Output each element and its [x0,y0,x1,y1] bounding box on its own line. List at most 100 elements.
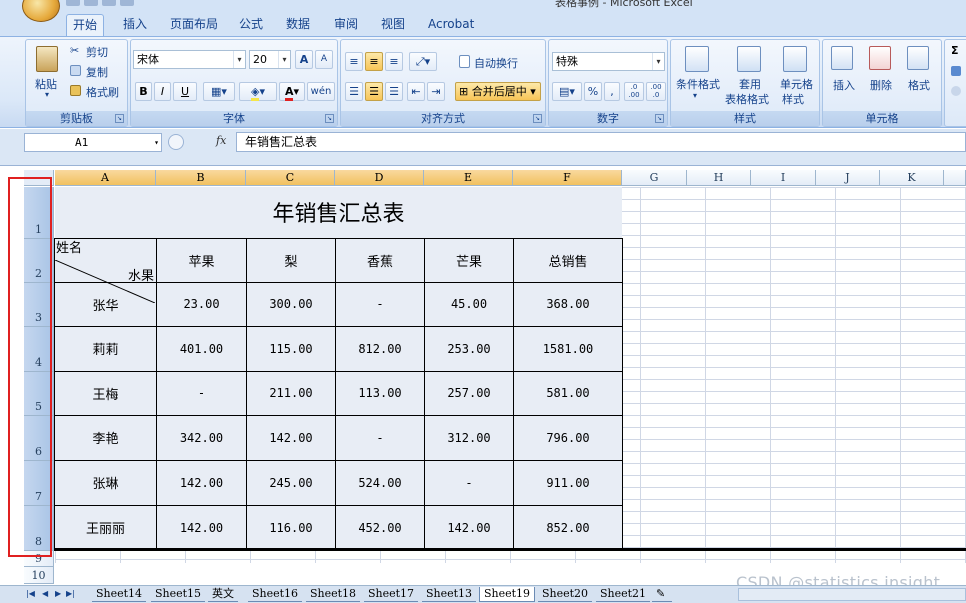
cell-styles-icon[interactable] [783,46,807,72]
total-cell[interactable]: 911.00 [513,459,623,506]
row-header-10[interactable]: 10 [24,567,54,584]
column-header-c[interactable]: C [246,170,335,186]
paste-icon[interactable] [36,46,58,72]
column-header-d[interactable]: D [335,170,424,186]
name-cell[interactable]: 张琳 [54,459,157,506]
column-header-a[interactable]: A [55,170,156,186]
borders-button[interactable]: ▦▾ [203,82,235,101]
value-cell[interactable]: 142.00 [156,459,247,506]
tab-home[interactable]: 开始 [66,14,105,36]
sheet-tab-english[interactable]: 英文 [208,587,238,602]
font-name-select[interactable]: 宋体 ▾ [133,50,246,69]
copy-icon[interactable] [70,65,81,76]
value-cell[interactable]: 312.00 [424,414,514,461]
cell-styles-button[interactable]: 单元格 [780,76,813,92]
comma-button[interactable]: , [604,82,620,101]
format-painter-button[interactable]: 格式刷 [86,84,119,100]
merge-center-button[interactable]: ⊞ 合并后居中 ▾ [455,82,541,101]
column-header-i[interactable]: I [751,170,816,186]
increase-decimal-button[interactable]: .0 .00 [624,82,644,101]
undo-icon[interactable] [84,0,98,6]
header-cell[interactable]: 苹果 [156,237,247,283]
value-cell[interactable]: 142.00 [246,414,336,461]
orientation-button[interactable]: ⤢▾ [409,52,437,71]
column-header-f[interactable]: F [513,170,622,186]
total-cell[interactable]: 368.00 [513,281,623,327]
tab-acrobat[interactable]: Acrobat [422,14,480,36]
value-cell[interactable]: - [335,414,425,461]
column-header-j[interactable]: J [816,170,880,186]
header-cell[interactable]: 总销售 [513,237,623,283]
value-cell[interactable]: 115.00 [246,325,336,372]
tab-view[interactable]: 视图 [375,14,411,36]
value-cell[interactable]: 142.00 [156,504,247,551]
first-sheet-icon[interactable]: |◀ [26,589,35,598]
align-center-button[interactable]: ☰ [365,82,383,101]
tab-formulas[interactable]: 公式 [233,14,269,36]
insert-sheet-icon[interactable]: ✎ [652,587,672,602]
value-cell[interactable]: - [335,281,425,327]
decrease-indent-button[interactable]: ⇤ [407,82,425,101]
value-cell[interactable]: 257.00 [424,370,514,416]
next-sheet-icon[interactable]: ▶ [55,589,61,598]
sheet-tab-sheet18[interactable]: Sheet18 [306,587,361,602]
align-left-button[interactable]: ☰ [345,82,363,101]
last-sheet-icon[interactable]: ▶| [66,589,75,598]
redo-icon[interactable] [102,0,116,6]
underline-button[interactable]: U [173,82,197,101]
font-color-button[interactable]: A▾ [279,82,305,101]
column-header-h[interactable]: H [687,170,751,186]
sheet-tab-sheet21[interactable]: Sheet21 [596,587,651,602]
formula-input[interactable]: 年销售汇总表 [236,132,966,152]
sheet-tab-sheet19[interactable]: Sheet19 [479,587,536,602]
column-header-e[interactable]: E [424,170,513,186]
font-size-select[interactable]: 20 ▾ [249,50,291,69]
conditional-format-icon[interactable] [685,46,709,72]
value-cell[interactable]: 524.00 [335,459,425,506]
font-launcher-icon[interactable]: ↘ [325,114,334,123]
number-launcher-icon[interactable]: ↘ [655,114,664,123]
number-format-select[interactable]: 特殊 ▾ [552,52,665,71]
align-top-button[interactable]: ≡ [345,52,363,71]
value-cell[interactable]: 23.00 [156,281,247,327]
value-cell[interactable]: 452.00 [335,504,425,551]
value-cell[interactable]: 45.00 [424,281,514,327]
sheet-tab-sheet16[interactable]: Sheet16 [248,587,303,602]
phonetic-button[interactable]: wén [307,82,335,101]
increase-indent-button[interactable]: ⇥ [427,82,445,101]
grow-font-button[interactable]: A [295,50,313,69]
clear-icon[interactable] [951,86,961,96]
clipboard-launcher-icon[interactable]: ↘ [115,114,124,123]
value-cell[interactable]: 812.00 [335,325,425,372]
insert-cells-icon[interactable] [831,46,853,70]
insert-cells-button[interactable]: 插入 [833,77,855,93]
cut-icon[interactable]: ✂ [70,44,79,57]
expand-icon[interactable] [168,134,184,150]
name-box[interactable]: A1 ▾ [24,133,162,152]
delete-cells-icon[interactable] [869,46,891,70]
bold-button[interactable]: B [135,82,152,101]
value-cell[interactable]: 300.00 [246,281,336,327]
sheet-tab-sheet13[interactable]: Sheet13 [422,587,477,602]
format-cells-button[interactable]: 格式 [908,77,930,93]
sheet-tab-sheet20[interactable]: Sheet20 [538,587,593,602]
fill-icon[interactable] [951,66,961,76]
sheet-tab-sheet14[interactable]: Sheet14 [92,587,147,602]
name-cell[interactable]: 莉莉 [54,325,157,372]
wrap-text-icon[interactable] [459,55,470,68]
wrap-text-button[interactable]: 自动换行 [474,55,518,71]
value-cell[interactable]: 253.00 [424,325,514,372]
value-cell[interactable]: 116.00 [246,504,336,551]
header-cell[interactable]: 梨 [246,237,336,283]
sheet-tab-sheet17[interactable]: Sheet17 [364,587,419,602]
conditional-format-button[interactable]: 条件格式 [676,76,720,92]
align-bottom-button[interactable]: ≡ [385,52,403,71]
accounting-format-button[interactable]: ▤▾ [552,82,582,101]
value-cell[interactable]: - [424,459,514,506]
shrink-font-button[interactable]: A [315,50,333,69]
column-header-l[interactable] [944,170,966,186]
paste-dropdown-icon[interactable]: ▾ [45,90,49,99]
prev-sheet-icon[interactable]: ◀ [42,589,48,598]
percent-button[interactable]: % [584,82,602,101]
value-cell[interactable]: 113.00 [335,370,425,416]
